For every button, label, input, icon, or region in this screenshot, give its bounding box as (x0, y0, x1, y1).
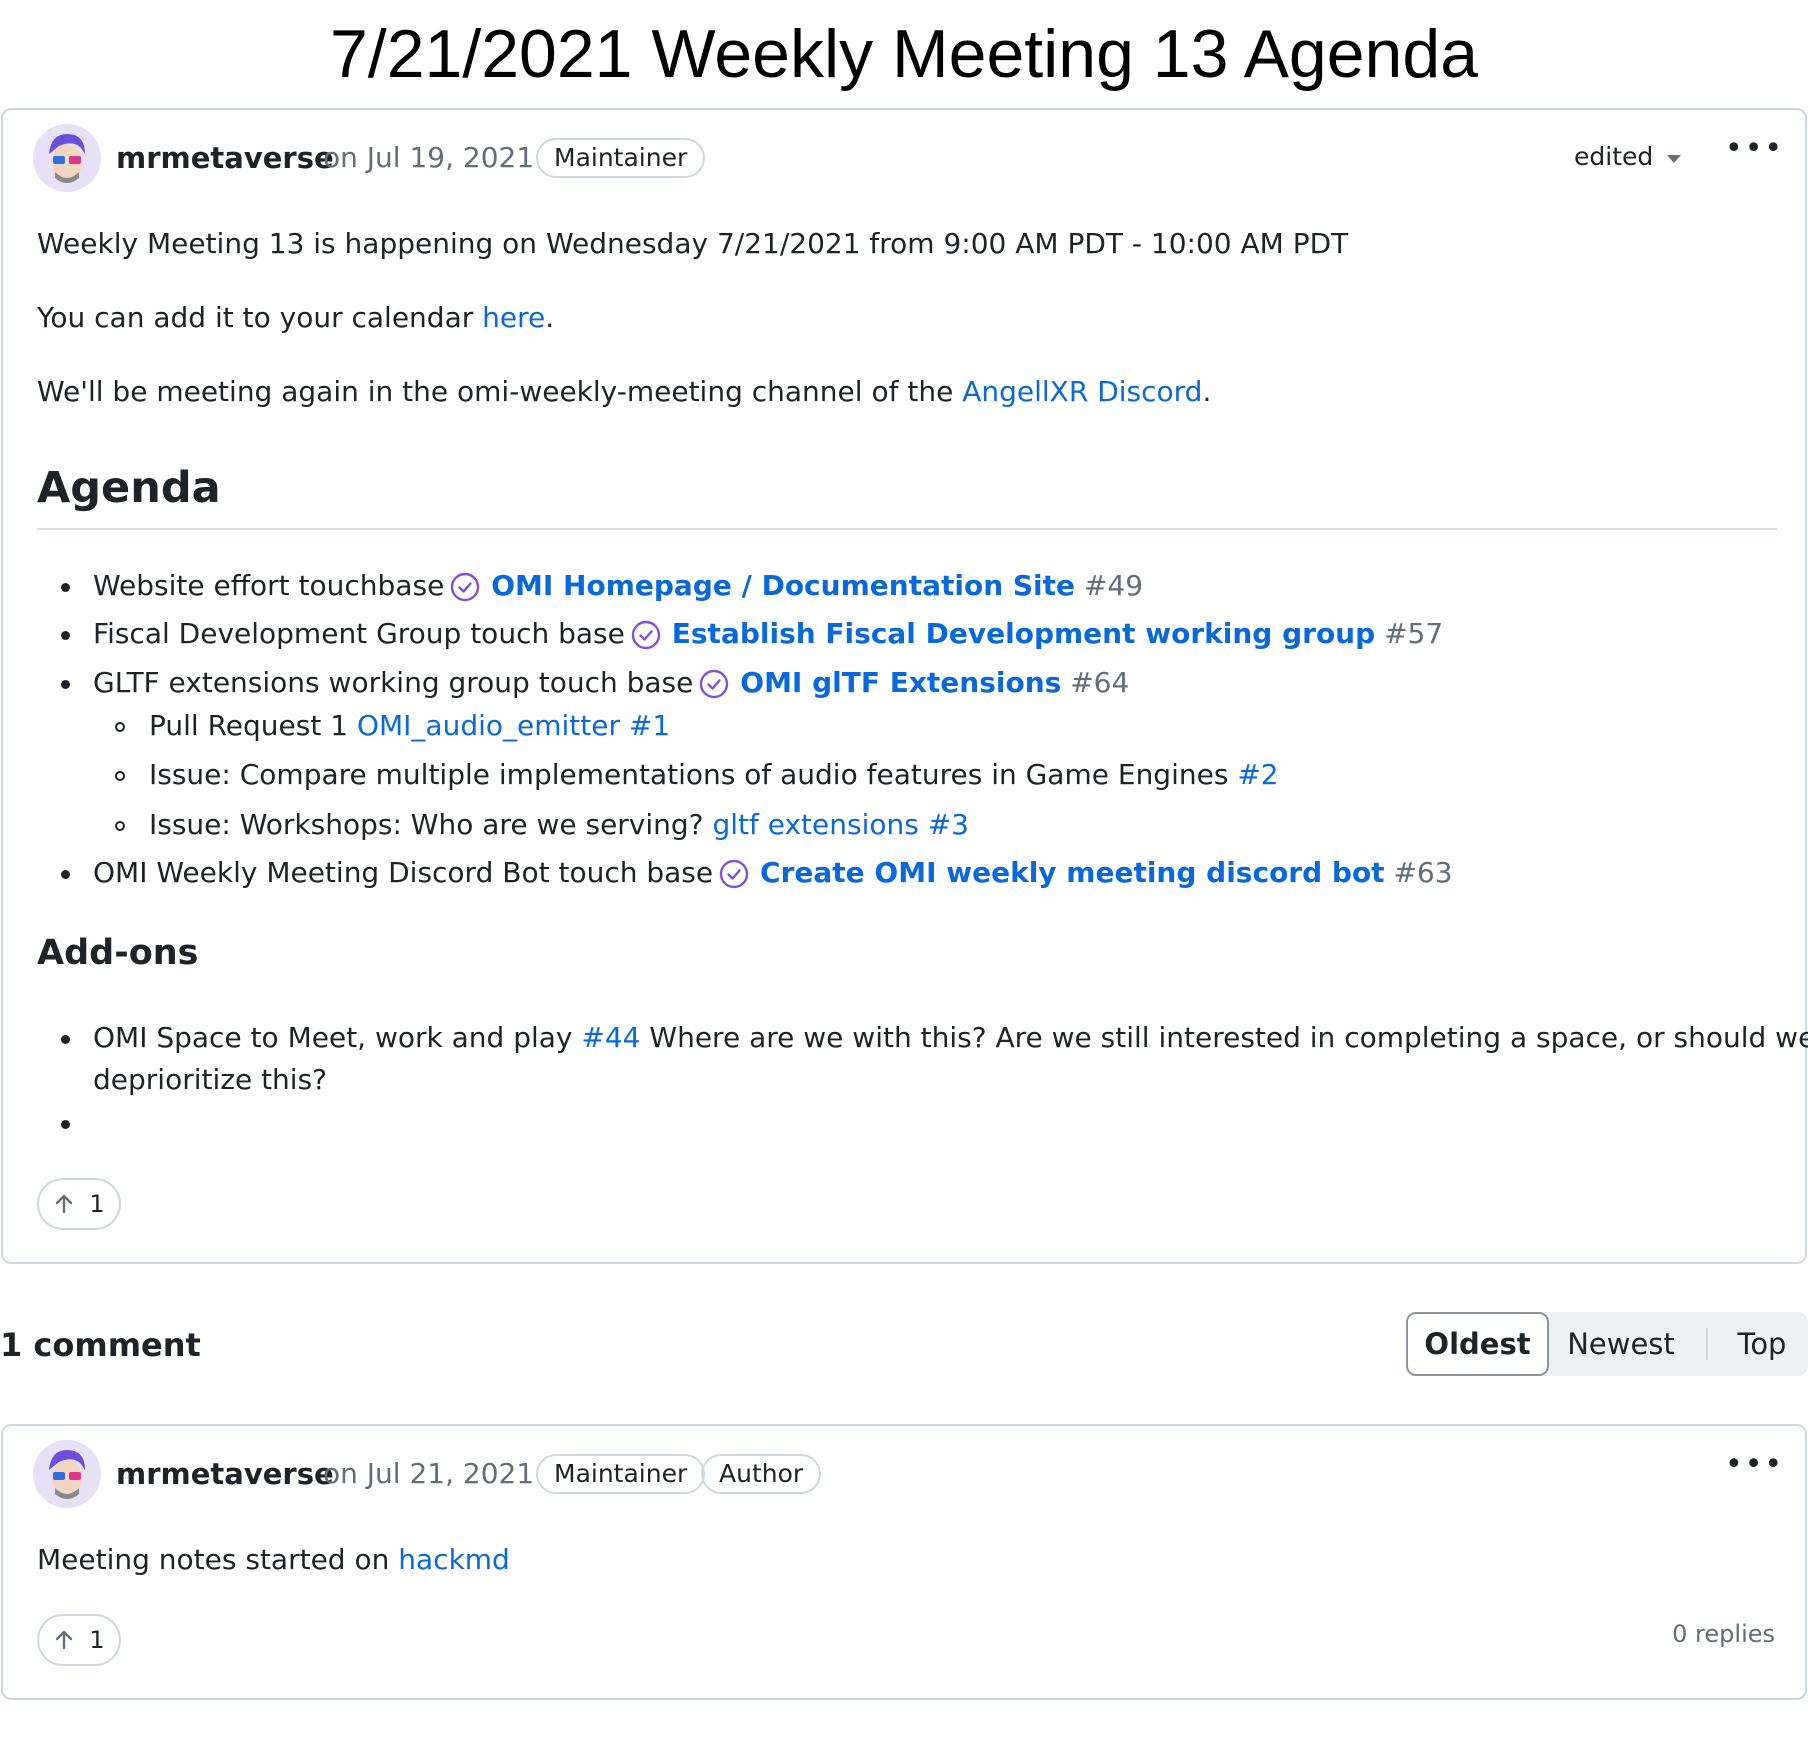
issue-number[interactable]: #63 (1393, 856, 1452, 889)
sub-item: Issue: Compare multiple implementations … (149, 758, 1279, 791)
check-circle-icon (700, 669, 729, 699)
sub-bullet (115, 722, 125, 732)
upvote-button[interactable]: 1 (37, 1614, 121, 1666)
issue-link[interactable]: #2 (1237, 758, 1278, 791)
bullet (61, 680, 70, 689)
edited-dropdown[interactable]: edited (1574, 137, 1682, 177)
arrow-up-icon (56, 1630, 73, 1650)
sub-bullet (115, 771, 125, 781)
bullet (61, 1035, 70, 1044)
author-badge: Author (701, 1454, 822, 1494)
replies-count[interactable]: 0 replies (1672, 1616, 1775, 1652)
issue-link[interactable]: Create OMI weekly meeting discord bot (760, 856, 1385, 889)
comment-date[interactable]: on Jul 21, 2021 (323, 1454, 534, 1494)
addon-item-continued: deprioritize this? (93, 1063, 328, 1096)
issue-link[interactable]: OMI Homepage / Documentation Site (491, 569, 1075, 602)
bullet (61, 583, 70, 592)
page-title: 7/21/2021 Weekly Meeting 13 Agenda (329, 16, 1479, 92)
arrow-up-icon (56, 1194, 73, 1214)
comment: mrmetaverse on Jul 21, 2021 Maintainer A… (1, 1424, 1807, 1700)
meeting-time-text: Weekly Meeting 13 is happening on Wednes… (37, 227, 1349, 260)
heading-divider (37, 528, 1777, 530)
caret-down-icon (1667, 155, 1682, 163)
agenda-heading: Agenda (37, 463, 221, 513)
issue-number[interactable]: #57 (1384, 617, 1443, 650)
bullet (61, 631, 70, 640)
upvote-count: 1 (89, 1190, 105, 1218)
comment-author[interactable]: mrmetaverse (116, 1454, 334, 1494)
calendar-link[interactable]: here (482, 301, 545, 334)
issue-link[interactable]: #44 (581, 1021, 640, 1054)
avatar-image (33, 124, 101, 192)
tab-oldest[interactable]: Oldest (1406, 1312, 1549, 1376)
bullet (61, 870, 70, 879)
sub-item: Issue: Workshops: Who are we serving? gl… (149, 808, 969, 841)
comment-text: Meeting notes started on hackmd (37, 1543, 510, 1576)
issue-link[interactable]: OMI glTF Extensions (740, 666, 1061, 699)
maintainer-badge: Maintainer (536, 138, 706, 178)
agenda-item: Website effort touchbase OMI Homepage / … (93, 569, 1144, 602)
avatar-image (33, 1440, 101, 1508)
discord-line: We'll be meeting again in the omi-weekly… (37, 375, 1212, 408)
addons-heading: Add-ons (37, 933, 199, 973)
check-circle-icon (719, 859, 749, 889)
avatar[interactable] (33, 124, 101, 192)
hackmd-link[interactable]: hackmd (398, 1543, 510, 1576)
tab-divider (1706, 1328, 1708, 1360)
post-date[interactable]: on Jul 19, 2021 (323, 138, 534, 178)
discord-link[interactable]: AngellXR Discord (962, 375, 1202, 408)
tab-top[interactable]: Top (1716, 1312, 1808, 1376)
discussion-post: mrmetaverse on Jul 19, 2021 Maintainer e… (1, 108, 1808, 1264)
calendar-line: You can add it to your calendar here. (37, 301, 555, 334)
avatar[interactable] (33, 1440, 101, 1508)
post-author[interactable]: mrmetaverse (116, 138, 334, 178)
pull-request-link[interactable]: OMI_audio_emitter #1 (357, 709, 670, 742)
empty-bullet (61, 1120, 70, 1129)
edited-label: edited (1574, 142, 1654, 171)
more-options-icon[interactable]: ••• (1725, 1450, 1784, 1480)
maintainer-badge: Maintainer (536, 1454, 706, 1494)
comments-count: 1 comment (0, 1326, 201, 1364)
tab-newest[interactable]: Newest (1556, 1312, 1686, 1376)
more-options-icon[interactable]: ••• (1725, 134, 1784, 164)
sub-bullet (115, 821, 125, 831)
issue-number[interactable]: #64 (1070, 666, 1129, 699)
issue-link[interactable]: Establish Fiscal Development working gro… (672, 617, 1375, 650)
upvote-count: 1 (89, 1626, 105, 1654)
sort-tabs: Oldest Newest Top (1406, 1312, 1808, 1376)
sub-item: Pull Request 1 OMI_audio_emitter #1 (149, 709, 671, 742)
agenda-item: OMI Weekly Meeting Discord Bot touch bas… (93, 856, 1453, 889)
check-circle-icon (631, 620, 661, 650)
check-circle-icon (451, 572, 480, 602)
agenda-item: Fiscal Development Group touch base Esta… (93, 617, 1444, 650)
issue-link[interactable]: gltf extensions #3 (712, 808, 969, 841)
issue-number[interactable]: #49 (1084, 569, 1143, 602)
agenda-item: GLTF extensions working group touch base… (93, 666, 1130, 699)
upvote-button[interactable]: 1 (37, 1178, 121, 1230)
addon-item: OMI Space to Meet, work and play #44 Whe… (93, 1021, 1808, 1054)
